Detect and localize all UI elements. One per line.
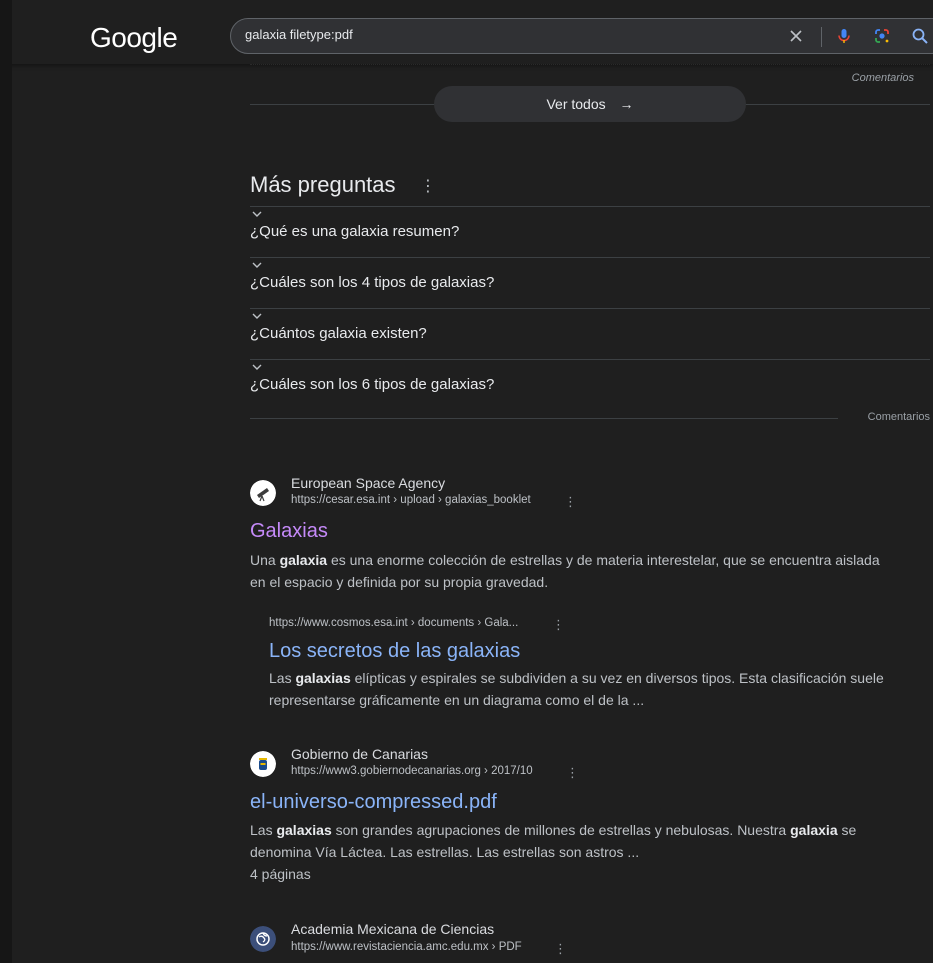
questions-bottom-divider (250, 418, 838, 419)
google-logo[interactable]: Google (90, 22, 178, 54)
more-options-icon[interactable]: ⋮ (564, 494, 577, 510)
question-text: ¿Cuáles son los 4 tipos de galaxias? (250, 274, 495, 291)
more-options-icon[interactable]: ⋮ (554, 941, 567, 957)
chevron-down-icon (252, 313, 262, 319)
sub-result-snippet: Las galaxias elípticas y espirales se su… (269, 670, 884, 708)
question-text: ¿Cuáles son los 6 tipos de galaxias? (250, 376, 495, 393)
result-title[interactable]: el-universo-compressed.pdf (250, 791, 497, 814)
chevron-down-icon (252, 211, 262, 217)
result-snippet: Las galaxias son grandes agrupaciones de… (250, 822, 857, 860)
microphone-icon[interactable] (835, 27, 853, 45)
globe-favicon-icon[interactable] (250, 926, 276, 952)
view-all-label: Ver todos (546, 96, 606, 112)
more-options-icon[interactable]: ⋮ (566, 765, 579, 781)
question-row[interactable]: ¿Cuántos galaxia existen? (250, 308, 930, 359)
view-all-button[interactable]: Ver todos → (434, 86, 746, 122)
question-row[interactable]: ¿Qué es una galaxia resumen? (250, 206, 930, 257)
search-icon[interactable] (911, 27, 929, 45)
site-name[interactable]: Academia Mexicana de Ciencias (291, 921, 494, 937)
sub-result-title[interactable]: Los secretos de las galaxias (269, 640, 520, 663)
telescope-favicon-icon[interactable] (250, 480, 276, 506)
chevron-down-icon (252, 364, 262, 370)
search-input[interactable] (245, 27, 765, 42)
question-row[interactable]: ¿Cuáles son los 6 tipos de galaxias? (250, 359, 930, 410)
google-lens-icon[interactable] (873, 27, 891, 45)
clear-icon[interactable] (787, 27, 805, 45)
comments-link[interactable]: Comentarios (868, 411, 930, 423)
search-divider (821, 27, 822, 47)
comments-link-top[interactable]: Comentarios (852, 72, 914, 84)
left-edge (0, 0, 12, 963)
top-bar: Google (0, 0, 933, 64)
canarias-crest-favicon-icon[interactable] (250, 751, 276, 777)
result-url[interactable]: https://www.revistaciencia.amc.edu.mx › … (291, 941, 522, 953)
chevron-down-icon (252, 262, 262, 268)
question-text: ¿Cuántos galaxia existen? (250, 325, 427, 342)
arrow-right-icon: → (619, 96, 634, 112)
page-count: 4 páginas (250, 866, 311, 882)
more-questions-title: Más preguntas (250, 172, 396, 197)
more-options-icon[interactable]: ⋮ (420, 176, 436, 196)
site-name[interactable]: European Space Agency (291, 475, 445, 491)
sub-result-url[interactable]: https://www.cosmos.esa.int › documents ›… (269, 617, 518, 629)
more-options-icon[interactable]: ⋮ (552, 617, 565, 633)
previous-section-edge (250, 64, 930, 69)
result-title[interactable]: Galaxias (250, 520, 328, 543)
site-name[interactable]: Gobierno de Canarias (291, 746, 428, 762)
question-text: ¿Qué es una galaxia resumen? (250, 223, 460, 240)
result-url[interactable]: https://www3.gobiernodecanarias.org › 20… (291, 765, 533, 777)
result-snippet: Una galaxia es una enorme colección de e… (250, 552, 880, 590)
question-row[interactable]: ¿Cuáles son los 4 tipos de galaxias? (250, 257, 930, 308)
result-url[interactable]: https://cesar.esa.int › upload › galaxia… (291, 494, 531, 506)
search-box (230, 18, 933, 54)
